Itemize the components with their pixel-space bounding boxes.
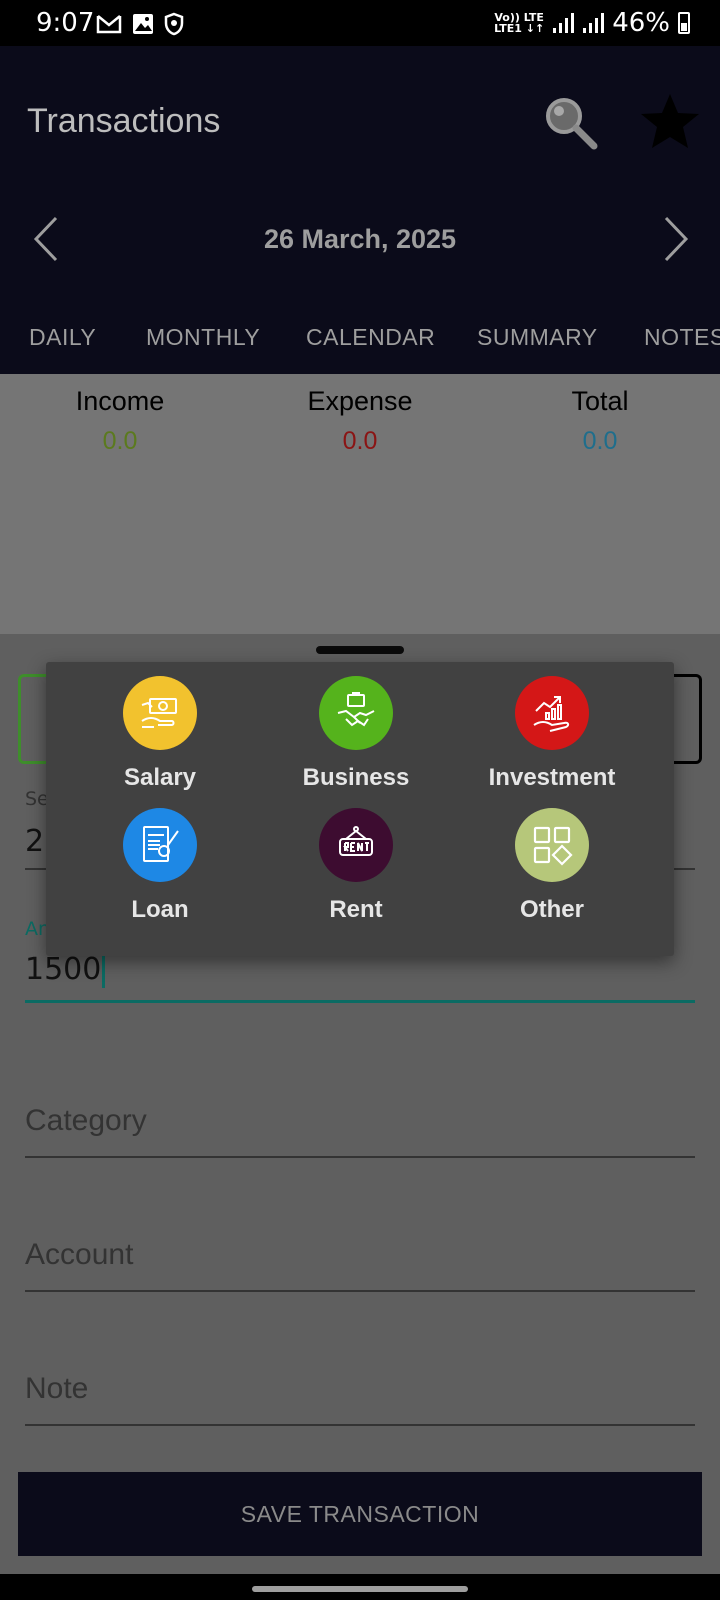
status-time: 9:07 bbox=[36, 8, 95, 38]
expense-label: Expense bbox=[307, 386, 413, 416]
tab-daily[interactable]: DAILY bbox=[29, 316, 96, 374]
category-placeholder: Category bbox=[25, 1104, 147, 1137]
drag-handle[interactable] bbox=[316, 646, 404, 654]
home-indicator[interactable] bbox=[252, 1586, 468, 1592]
tab-summary[interactable]: SUMMARY bbox=[477, 316, 598, 374]
tab-notes[interactable]: NOTES bbox=[644, 316, 720, 374]
tab-monthly[interactable]: MONTHLY bbox=[146, 316, 260, 374]
handshake-icon bbox=[319, 676, 393, 750]
loan-icon bbox=[123, 808, 197, 882]
category-label-business: Business bbox=[302, 764, 410, 791]
gallery-icon bbox=[133, 14, 153, 34]
signal-icon-2 bbox=[583, 13, 605, 33]
category-label-other: Other bbox=[519, 896, 584, 923]
account-placeholder: Account bbox=[25, 1238, 134, 1271]
star-icon bbox=[641, 94, 699, 148]
amount-field-value: 1500 bbox=[25, 952, 106, 988]
note-field-underline bbox=[25, 1424, 695, 1426]
search-button[interactable] bbox=[540, 92, 600, 152]
total-value: 0.0 bbox=[582, 427, 618, 455]
category-option-loan[interactable]: Loan bbox=[60, 808, 260, 924]
tab-calendar[interactable]: CALENDAR bbox=[306, 316, 435, 374]
category-option-rent[interactable]: Rent bbox=[256, 808, 456, 924]
save-transaction-button[interactable]: SAVE TRANSACTION bbox=[18, 1472, 702, 1556]
battery-icon bbox=[678, 12, 690, 34]
category-label-salary: Salary bbox=[123, 764, 197, 791]
category-option-salary[interactable]: Salary bbox=[60, 676, 260, 792]
signal-icon bbox=[553, 13, 575, 33]
category-label-loan: Loan bbox=[131, 896, 189, 923]
amount-field-underline bbox=[25, 1000, 695, 1003]
daily-summary: Income 0.0 Expense 0.0 Total 0.0 bbox=[0, 374, 720, 634]
grid-icon bbox=[515, 808, 589, 882]
account-field[interactable]: Account bbox=[25, 1238, 695, 1298]
favorite-button[interactable] bbox=[638, 90, 702, 154]
total-summary: Total 0.0 bbox=[480, 386, 720, 456]
amount-value: 1500 bbox=[25, 952, 102, 987]
notification-icons bbox=[96, 12, 184, 36]
status-bar: 9:07 Vo)) LTE LTE1 ↓↑ 46% bbox=[0, 0, 720, 46]
current-date[interactable]: 26 March, 2025 bbox=[0, 224, 720, 255]
next-day-button[interactable] bbox=[648, 214, 698, 264]
category-picker-popup: Salary Business Investment Loan Rent Oth… bbox=[46, 662, 674, 956]
page-title: Transactions bbox=[27, 102, 221, 140]
income-label: Income bbox=[75, 386, 165, 416]
battery-percent: 46% bbox=[612, 8, 670, 38]
total-label: Total bbox=[571, 386, 629, 416]
view-tabs: DAILY MONTHLY CALENDAR SUMMARY NOTES bbox=[0, 316, 720, 374]
date-navigator: 26 March, 2025 bbox=[0, 206, 720, 272]
category-option-business[interactable]: Business bbox=[256, 676, 456, 792]
system-indicators: Vo)) LTE LTE1 ↓↑ 46% bbox=[494, 8, 690, 38]
category-label-rent: Rent bbox=[329, 896, 383, 923]
network-type: Vo)) LTE LTE1 ↓↑ bbox=[494, 11, 545, 35]
rent-sign-icon bbox=[319, 808, 393, 882]
category-field[interactable]: Category bbox=[25, 1104, 695, 1164]
search-icon bbox=[546, 98, 598, 150]
category-option-other[interactable]: Other bbox=[452, 808, 652, 924]
gmail-icon bbox=[96, 15, 122, 34]
note-field[interactable]: Note bbox=[25, 1372, 695, 1432]
income-value: 0.0 bbox=[102, 427, 138, 455]
category-field-underline bbox=[25, 1156, 695, 1158]
category-label-investment: Investment bbox=[488, 764, 616, 791]
investment-icon bbox=[515, 676, 589, 750]
expense-value: 0.0 bbox=[342, 427, 378, 455]
text-cursor bbox=[102, 953, 106, 988]
expense-summary: Expense 0.0 bbox=[240, 386, 480, 456]
account-field-underline bbox=[25, 1290, 695, 1292]
note-placeholder: Note bbox=[25, 1372, 89, 1405]
salary-icon bbox=[123, 676, 197, 750]
app-bar: Transactions 26 March, 2025 DAILY MONTHL… bbox=[0, 46, 720, 374]
shield-icon bbox=[164, 12, 184, 36]
category-option-investment[interactable]: Investment bbox=[452, 676, 652, 792]
chevron-right-icon bbox=[664, 216, 689, 262]
income-summary: Income 0.0 bbox=[0, 386, 240, 456]
